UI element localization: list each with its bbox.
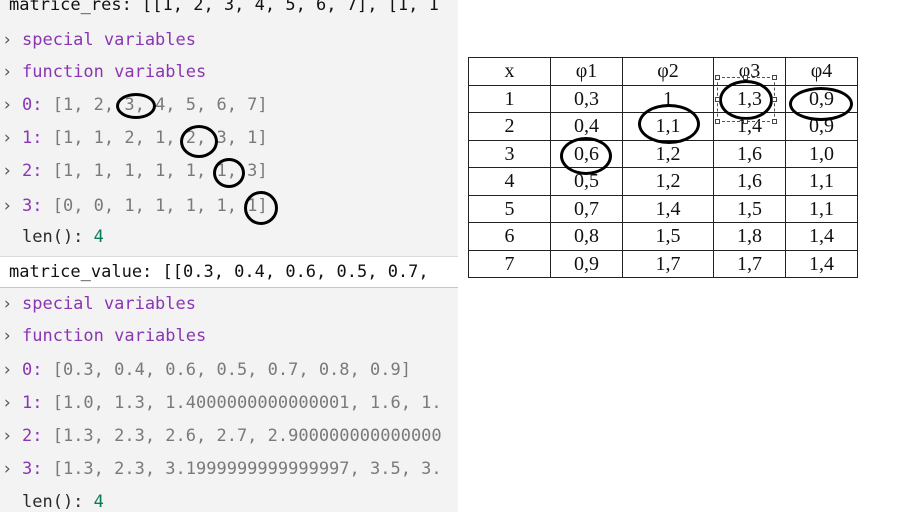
- table-cell: 1,7: [622, 249, 714, 278]
- table-row: 6 0,8 1,5 1,8 1,4: [468, 222, 858, 251]
- table-row: 3 0,6 1,2 1,6 1,0: [468, 139, 858, 168]
- table-cell: 4: [468, 167, 551, 196]
- table-cell: 1,6: [713, 167, 786, 196]
- row-key: 1:: [22, 393, 53, 413]
- chevron-right-icon[interactable]: ›: [2, 157, 14, 185]
- table-row: 7 0,9 1,7 1,7 1,4: [468, 249, 858, 278]
- col-header: φ2: [622, 57, 714, 86]
- table-cell: 1,2: [622, 139, 714, 168]
- chevron-right-icon[interactable]: ›: [2, 322, 14, 350]
- table-cell: 0,8: [550, 222, 623, 251]
- resize-handle[interactable]: [715, 75, 720, 80]
- chevron-right-icon[interactable]: ›: [2, 124, 14, 152]
- row-value: [1.3, 2.3, 3.1999999999999997, 3.5, 3.: [52, 459, 442, 479]
- table-cell: 2: [468, 112, 551, 141]
- row-value: [1.3, 2.3, 2.6, 2.7, 2.900000000000000: [52, 426, 442, 446]
- highlight-circle: [789, 87, 853, 121]
- resize-handle[interactable]: [772, 75, 777, 80]
- table-cell: 1,5: [713, 194, 786, 223]
- row-key: 2:: [22, 426, 53, 446]
- table-cell: 0,9: [550, 249, 623, 278]
- len-value: 4: [93, 227, 104, 247]
- chevron-right-icon[interactable]: ›: [2, 422, 14, 450]
- highlight-circle: [116, 93, 156, 119]
- highlight-circle: [213, 158, 245, 188]
- table-cell: 7: [468, 249, 551, 278]
- row-value: [1.0, 1.3, 1.4000000000000001, 1.6, 1.: [52, 393, 442, 413]
- len-label: len():: [22, 227, 94, 247]
- table-cell: 1,7: [713, 249, 786, 278]
- resize-handle[interactable]: [715, 119, 720, 124]
- row-key: 0:: [22, 95, 53, 115]
- table-row: 4 0,5 1,2 1,6 1,1: [468, 167, 858, 196]
- debug-variables-panel: matrice_res: [[1, 2, 3, 4, 5, 6, 7], [1,…: [0, 0, 458, 512]
- col-header: φ1: [550, 57, 623, 86]
- row-value: [0, 0, 1, 1, 1, 1, 1]: [52, 196, 268, 216]
- shape-selection-box[interactable]: [717, 77, 775, 122]
- table-cell: 1: [468, 84, 551, 113]
- table-cell: 1,4: [785, 222, 858, 251]
- table-cell: 1,6: [713, 139, 786, 168]
- matrice-value-header-text: matrice_value: [[0.3, 0.4, 0.6, 0.5, 0.7…: [9, 262, 429, 282]
- highlight-circle: [560, 137, 612, 175]
- row-key: 0:: [22, 360, 53, 380]
- table-cell: 1,1: [785, 167, 858, 196]
- resize-handle[interactable]: [743, 75, 748, 80]
- table-cell: 1,0: [785, 139, 858, 168]
- resize-handle[interactable]: [772, 119, 777, 124]
- table-cell: 1,8: [713, 222, 786, 251]
- len-value: 4: [93, 492, 104, 512]
- table-cell: 1,1: [785, 194, 858, 223]
- chevron-right-icon[interactable]: ›: [2, 356, 14, 384]
- matrice-res-header-text: matrice_res: [[1, 2, 3, 4, 5, 6, 7], [1,…: [9, 0, 439, 15]
- resize-handle[interactable]: [743, 119, 748, 124]
- resize-handle[interactable]: [715, 97, 720, 102]
- row-value: [0.3, 0.4, 0.6, 0.5, 0.7, 0.8, 0.9]: [52, 360, 411, 380]
- table-cell: 1,5: [622, 222, 714, 251]
- row-key: 3:: [22, 196, 53, 216]
- table-cell: 1,4: [785, 249, 858, 278]
- chevron-right-icon[interactable]: ›: [2, 26, 14, 54]
- table-cell: 3: [468, 139, 551, 168]
- table-row: 5 0,7 1,4 1,5 1,1: [468, 194, 858, 223]
- col-header: x: [468, 57, 551, 86]
- table-cell: 1,4: [622, 194, 714, 223]
- table-cell: 6: [468, 222, 551, 251]
- chevron-right-icon[interactable]: ›: [2, 91, 14, 119]
- row-key: 3:: [22, 459, 53, 479]
- resize-handle[interactable]: [772, 97, 777, 102]
- col-header: φ4: [785, 57, 858, 86]
- row-value: [1, 1, 2, 1, 2, 3, 1]: [52, 128, 268, 148]
- chevron-right-icon[interactable]: ›: [2, 389, 14, 417]
- len-label: len():: [22, 492, 94, 512]
- table-cell: 0,4: [550, 112, 623, 141]
- row-key: 2:: [22, 161, 53, 181]
- matrice-value-header[interactable]: matrice_value: [[0.3, 0.4, 0.6, 0.5, 0.7…: [0, 256, 458, 288]
- row-value: [1, 2, 3, 4, 5, 6, 7]: [52, 95, 268, 115]
- row-key: 1:: [22, 128, 53, 148]
- highlight-circle: [180, 125, 218, 158]
- chevron-right-icon[interactable]: ›: [2, 290, 14, 318]
- table-header-row: x φ1 φ2 φ3 φ4: [468, 57, 858, 86]
- highlight-circle: [244, 191, 278, 225]
- table-cell: 5: [468, 194, 551, 223]
- chevron-right-icon[interactable]: ›: [2, 192, 14, 220]
- matrice-res-header[interactable]: matrice_res: [[1, 2, 3, 4, 5, 6, 7], [1,…: [0, 0, 458, 20]
- chevron-right-icon[interactable]: ›: [2, 58, 14, 86]
- highlight-circle: [638, 104, 700, 144]
- table-cell: 0,7: [550, 194, 623, 223]
- chevron-right-icon[interactable]: ›: [2, 455, 14, 483]
- table-cell: 1,2: [622, 167, 714, 196]
- table-cell: 0,3: [550, 84, 623, 113]
